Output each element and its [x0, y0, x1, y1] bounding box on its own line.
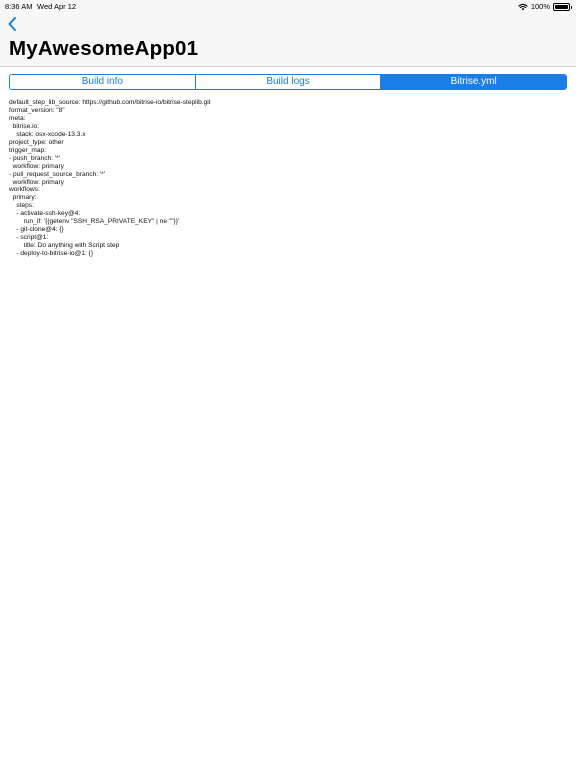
status-date: Wed Apr 12 — [37, 2, 77, 11]
status-indicators: 100% — [518, 0, 572, 13]
battery-level-fill — [555, 4, 568, 9]
battery-percent: 100% — [530, 2, 550, 11]
status-time: 8:36 AM — [5, 2, 33, 11]
segmented-control: Build info Build logs Bitrise.yml — [9, 74, 567, 90]
battery-icon — [553, 2, 572, 11]
tab-bitrise-yml[interactable]: Bitrise.yml — [381, 75, 566, 89]
tab-build-info[interactable]: Build info — [10, 75, 196, 89]
back-button[interactable] — [6, 15, 20, 33]
tab-build-logs[interactable]: Build logs — [195, 75, 382, 89]
page-title: MyAwesomeApp01 — [9, 37, 199, 60]
navigation-header: 8:36 AM Wed Apr 12 100% MyAwesomeApp01 — [0, 0, 576, 67]
bitrise-yml-content: default_step_lib_source: https://github.… — [9, 99, 211, 258]
chevron-left-icon — [6, 15, 20, 33]
wifi-icon — [518, 3, 528, 11]
battery-tip — [570, 5, 572, 9]
status-bar: 8:36 AM Wed Apr 12 100% — [0, 0, 576, 13]
